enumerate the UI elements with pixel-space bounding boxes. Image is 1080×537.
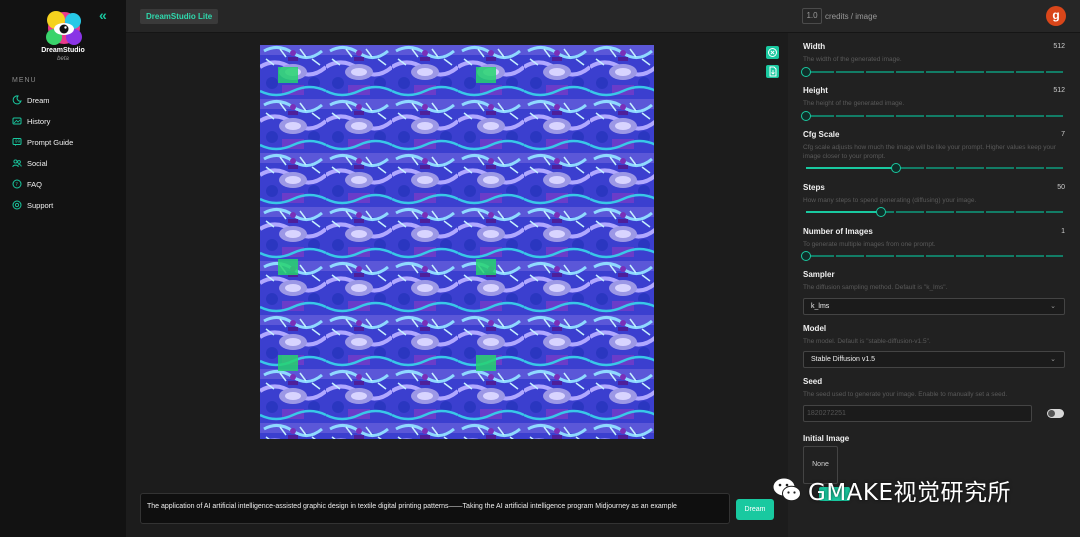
cfg-scale-description: Cfg scale adjusts how much the image wil…: [803, 144, 1056, 160]
brand-tag: beta: [57, 56, 69, 62]
sampler-selected: k_lms: [811, 303, 830, 310]
seed-title: Seed: [803, 377, 823, 386]
model-selected: Stable Diffusion v1.5: [811, 356, 876, 363]
sidebar-item-label: Social: [27, 158, 48, 168]
credits-per-image-input[interactable]: 1.0: [802, 8, 822, 24]
height-slider[interactable]: [801, 111, 1063, 121]
number-of-images-description: To generate multiple images from one pro…: [803, 241, 936, 248]
prompt-guide-icon: 99: [12, 138, 22, 146]
cfg-scale-value: 7: [1061, 131, 1065, 138]
slider-thumb[interactable]: [890, 163, 901, 173]
sampler-description: The diffusion sampling method. Default i…: [803, 284, 948, 291]
sidebar-item-history[interactable]: History: [12, 114, 50, 128]
tab-dreamstudio-lite[interactable]: DreamStudio Lite: [140, 9, 219, 24]
collapse-sidebar-icon[interactable]: «: [99, 8, 113, 22]
model-select[interactable]: Stable Diffusion v1.5 ⌄: [803, 351, 1065, 368]
slider-thumb[interactable]: [801, 251, 811, 261]
seed-input[interactable]: 1820272251: [803, 405, 1032, 422]
number-of-images-title: Number of Images: [803, 227, 873, 236]
sidebar-item-support[interactable]: Support: [12, 198, 53, 212]
model-description: The model. Default is "stable-diffusion-…: [803, 338, 931, 345]
seed-description: The seed used to generate your image. En…: [803, 391, 1008, 398]
height-value: 512: [1053, 87, 1065, 94]
sampler-title: Sampler: [803, 270, 835, 279]
watermark: GMAKE视觉研究所: [772, 473, 1011, 507]
height-title: Height: [803, 86, 828, 95]
faq-icon: ?: [12, 179, 22, 189]
support-icon: [12, 200, 22, 210]
number-of-images-slider[interactable]: [801, 251, 1063, 261]
svg-text:99: 99: [15, 139, 21, 144]
history-icon: [12, 117, 22, 125]
prompt-input[interactable]: The application of AI artificial intelli…: [140, 493, 730, 524]
clear-icon: [768, 48, 777, 57]
cfg-scale-slider[interactable]: [806, 163, 1063, 173]
svg-text:?: ?: [15, 182, 18, 188]
cfg-scale-title: Cfg Scale: [803, 130, 840, 139]
dream-button[interactable]: Dream: [736, 499, 774, 520]
clear-button[interactable]: [766, 46, 779, 59]
height-description: The height of the generated image.: [803, 100, 905, 107]
width-value: 512: [1053, 43, 1065, 50]
sidebar-item-label: History: [27, 116, 51, 126]
steps-title: Steps: [803, 183, 825, 192]
width-slider[interactable]: [801, 67, 1063, 77]
seed-toggle[interactable]: [1047, 409, 1064, 418]
credits-label: credits / image: [825, 12, 878, 21]
sidebar-item-prompt-guide[interactable]: 99 Prompt Guide: [12, 135, 73, 149]
steps-description: How many steps to spend generating (diff…: [803, 197, 977, 204]
main-area: The application of AI artificial intelli…: [126, 33, 788, 537]
top-bar: [126, 0, 1080, 33]
initial-image-title: Initial Image: [803, 434, 850, 443]
watermark-text: GMAKE视觉研究所: [808, 480, 1012, 506]
slider-thumb[interactable]: [875, 207, 886, 217]
dream-icon: [12, 95, 22, 105]
sidebar-item-dream[interactable]: Dream: [12, 93, 50, 107]
social-icon: [12, 159, 22, 168]
sampler-select[interactable]: k_lms ⌄: [803, 298, 1065, 315]
slider-fill: [806, 167, 896, 169]
number-of-images-value: 1: [1061, 228, 1065, 235]
sidebar-item-social[interactable]: Social: [12, 156, 47, 170]
width-description: The width of the generated image.: [803, 56, 902, 63]
sidebar-item-faq[interactable]: ? FAQ: [12, 177, 42, 191]
app-window: DreamStudio beta MENU Dream History 99 P…: [0, 0, 1080, 537]
sidebar: DreamStudio beta MENU Dream History 99 P…: [0, 0, 126, 537]
chevron-down-icon: ⌄: [1050, 303, 1056, 310]
slider-fill: [806, 211, 881, 213]
steps-value: 50: [1057, 184, 1065, 191]
sidebar-item-label: Dream: [27, 95, 50, 105]
sidebar-item-label: FAQ: [27, 179, 43, 189]
chevron-down-icon: ⌄: [1050, 356, 1056, 363]
brand-name: DreamStudio: [41, 47, 85, 54]
menu-heading: MENU: [12, 77, 37, 84]
wechat-icon: [773, 478, 801, 502]
width-title: Width: [803, 42, 826, 51]
settings-panel: Width 512 The width of the generated ima…: [788, 33, 1080, 537]
sidebar-item-label: Prompt Guide: [27, 137, 74, 147]
steps-slider[interactable]: [806, 207, 1063, 217]
slider-thumb[interactable]: [801, 111, 811, 121]
download-icon: [769, 66, 777, 77]
generated-image: [260, 45, 654, 439]
model-title: Model: [803, 324, 827, 333]
sidebar-item-label: Support: [27, 200, 54, 210]
slider-thumb[interactable]: [801, 67, 811, 77]
user-avatar[interactable]: g: [1046, 6, 1066, 26]
dreamstudio-logo[interactable]: [44, 10, 84, 46]
download-button[interactable]: [766, 65, 779, 78]
